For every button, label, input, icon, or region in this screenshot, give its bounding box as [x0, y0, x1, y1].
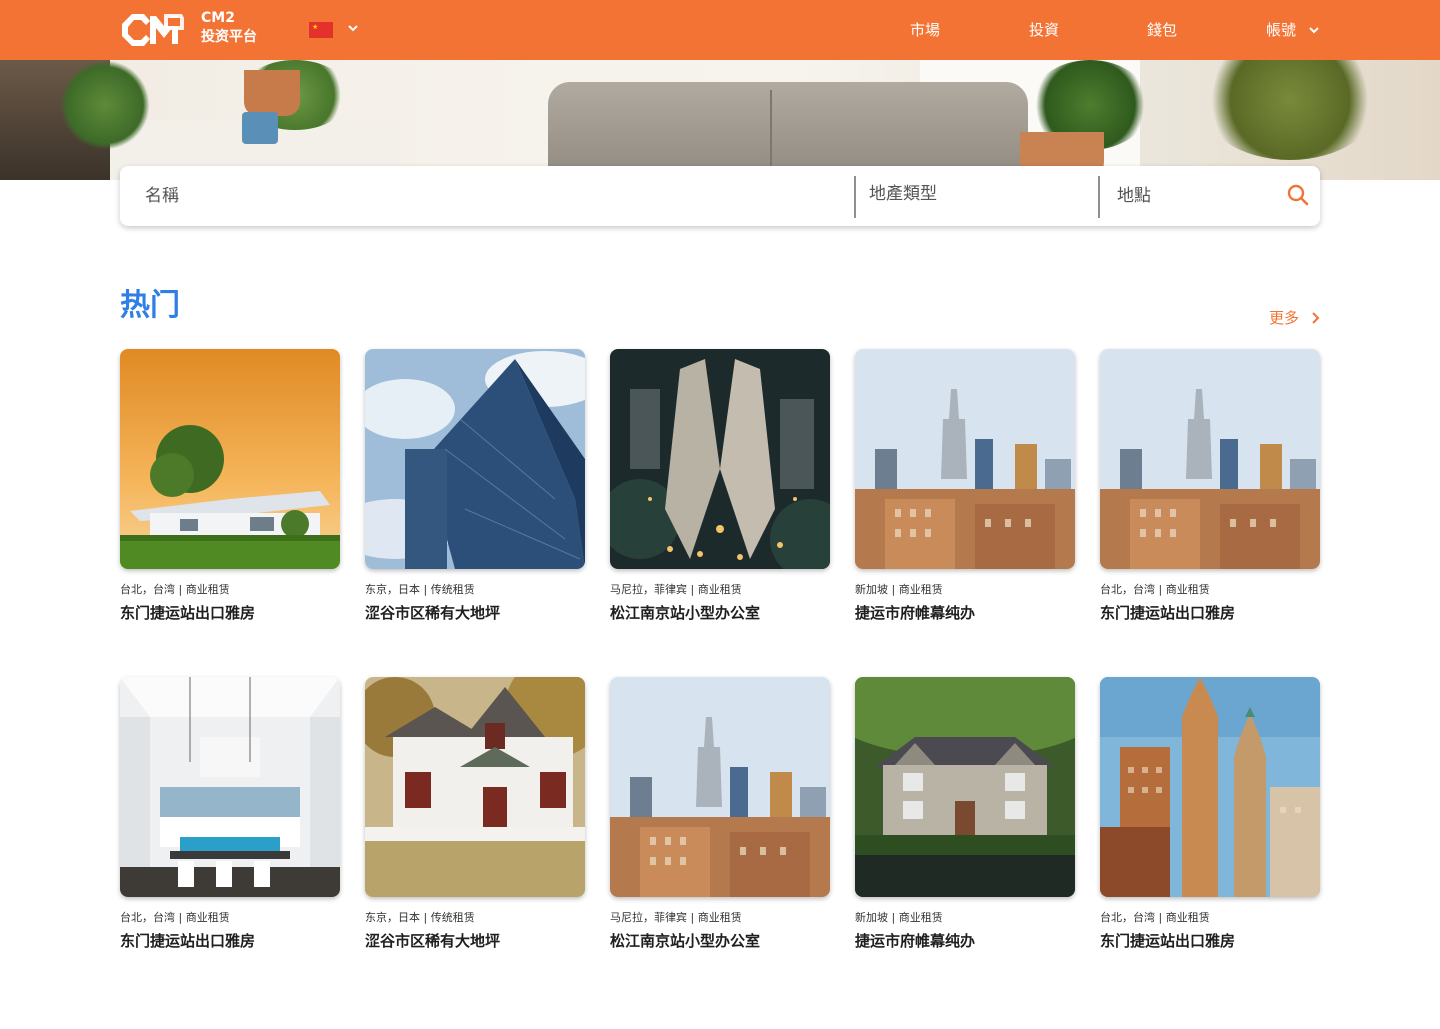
brand-line-1: CM2: [201, 10, 235, 26]
hero-plant: [1200, 60, 1380, 160]
listing-meta: 东京，日本 | 传统租赁: [365, 583, 475, 596]
search-divider: [854, 176, 856, 218]
listing-title[interactable]: 涩谷市区稀有大地坪: [365, 930, 585, 952]
listing-card[interactable]: 新加坡 | 商业租赁 捷运市府帷幕纯办: [855, 349, 1075, 639]
listing-image-stone-manor[interactable]: [855, 677, 1075, 897]
search-divider: [1098, 176, 1100, 218]
location-input[interactable]: [1117, 166, 1277, 226]
listing-card[interactable]: 台北，台湾 | 商业租赁 东门捷运站出口雅房: [1100, 349, 1320, 639]
listing-title[interactable]: 东门捷运站出口雅房: [120, 930, 340, 952]
listing-card[interactable]: 新加坡 | 商业租赁 捷运市府帷幕纯办: [855, 677, 1075, 967]
listing-title[interactable]: 捷运市府帷幕纯办: [855, 602, 1075, 624]
property-search-bar: [120, 164, 1320, 226]
chevron-down-icon[interactable]: [345, 20, 361, 36]
listing-card[interactable]: 东京，日本 | 传统租赁 涩谷市区稀有大地坪: [365, 349, 585, 639]
listing-image-glass-tower[interactable]: [365, 349, 585, 569]
listing-image-city-skyline[interactable]: [855, 349, 1075, 569]
listing-image-house-sunset[interactable]: [120, 349, 340, 569]
search-icon[interactable]: [1287, 184, 1309, 206]
listing-title[interactable]: 东门捷运站出口雅房: [120, 602, 340, 624]
brand-name: CM2 投资平台: [201, 9, 257, 47]
listing-image-white-cottage[interactable]: [365, 677, 585, 897]
cm2-logo-icon[interactable]: [120, 10, 186, 50]
listing-title[interactable]: 东门捷运站出口雅房: [1100, 930, 1320, 952]
listing-image-art-deco-towers[interactable]: [1100, 677, 1320, 897]
hero-flower-pot: [244, 70, 300, 116]
listing-meta: 台北，台湾 | 商业租赁: [1100, 911, 1210, 924]
hero-banner-image: [0, 60, 1440, 180]
top-navigation-bar: CM2 投资平台 ★ 市場 投資 錢包 帳號: [0, 0, 1440, 60]
section-title-hot: 热门: [120, 288, 180, 323]
more-link[interactable]: 更多: [1269, 307, 1299, 329]
listing-title[interactable]: 捷运市府帷幕纯办: [855, 930, 1075, 952]
listing-meta: 台北，台湾 | 商业租赁: [1100, 583, 1210, 596]
listing-image-kitchen-interior[interactable]: [120, 677, 340, 897]
listing-card[interactable]: 台北，台湾 | 商业租赁 东门捷运站出口雅房: [120, 349, 340, 639]
nav-market[interactable]: 市場: [910, 19, 940, 41]
listing-meta: 台北，台湾 | 商业租赁: [120, 911, 230, 924]
listing-meta: 新加坡 | 商业租赁: [855, 911, 943, 924]
name-search-input[interactable]: [145, 166, 845, 226]
hero-mug: [242, 112, 278, 144]
flag-star-icon: ★: [312, 23, 319, 31]
property-type-input[interactable]: [869, 164, 1089, 224]
listing-card[interactable]: 东京，日本 | 传统租赁 涩谷市区稀有大地坪: [365, 677, 585, 967]
listing-image-city-skyline[interactable]: [1100, 349, 1320, 569]
nav-wallet[interactable]: 錢包: [1147, 19, 1177, 41]
listing-meta: 台北，台湾 | 商业租赁: [120, 583, 230, 596]
listing-meta: 马尼拉，菲律宾 | 商业租赁: [610, 583, 742, 596]
listing-title[interactable]: 松江南京站小型办公室: [610, 930, 830, 952]
listing-meta: 马尼拉，菲律宾 | 商业租赁: [610, 911, 742, 924]
listing-meta: 新加坡 | 商业租赁: [855, 583, 943, 596]
listing-card[interactable]: 马尼拉，菲律宾 | 商业租赁 松江南京站小型办公室: [610, 677, 830, 967]
listing-card[interactable]: 台北，台湾 | 商业租赁 东门捷运站出口雅房: [1100, 677, 1320, 967]
china-flag-icon[interactable]: ★: [309, 22, 333, 38]
nav-invest[interactable]: 投資: [1029, 19, 1059, 41]
listing-card[interactable]: 台北，台湾 | 商业租赁 东门捷运站出口雅房: [120, 677, 340, 967]
nav-account[interactable]: 帳號: [1266, 19, 1296, 41]
brand-line-2: 投资平台: [201, 29, 257, 45]
chevron-right-icon[interactable]: [1308, 311, 1322, 325]
listing-card[interactable]: 马尼拉，菲律宾 | 商业租赁 松江南京站小型办公室: [610, 349, 830, 639]
listing-image-city-skyline[interactable]: [610, 677, 830, 897]
listing-title[interactable]: 松江南京站小型办公室: [610, 602, 830, 624]
listing-image-twin-towers-night[interactable]: [610, 349, 830, 569]
listing-title[interactable]: 涩谷市区稀有大地坪: [365, 602, 585, 624]
account-chevron-down-icon[interactable]: [1306, 22, 1322, 38]
listing-meta: 东京，日本 | 传统租赁: [365, 911, 475, 924]
hero-plant: [60, 60, 150, 150]
listing-title[interactable]: 东门捷运站出口雅房: [1100, 602, 1320, 624]
